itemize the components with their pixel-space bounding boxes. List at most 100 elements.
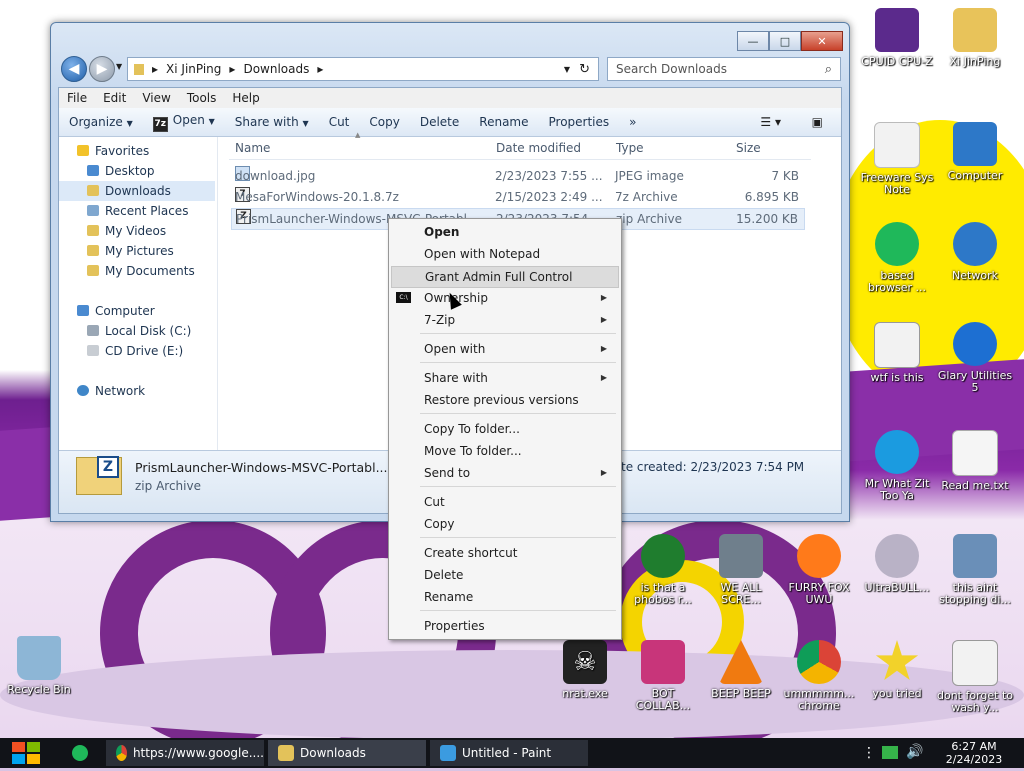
properties-button[interactable]: Properties <box>539 115 620 129</box>
cut-button[interactable]: Cut <box>319 115 360 129</box>
menu-item-open-with-notepad[interactable]: Open with Notepad <box>391 244 617 264</box>
search-input[interactable]: Search Downloads <box>616 62 727 76</box>
desktop-icon-bot-collab[interactable]: BOT COLLAB... <box>624 640 702 712</box>
desktop-icon-this-aint-stopping[interactable]: this aint stopping di... <box>936 534 1014 606</box>
desktop-icon-ultrabull[interactable]: UltraBULL... <box>858 534 936 594</box>
preview-pane-icon[interactable]: ▣ <box>812 115 823 129</box>
menu-item-share-with[interactable]: Share with ▶ <box>391 368 617 388</box>
desktop-icon-skype[interactable]: Mr What Zit Too Ya <box>858 430 936 502</box>
network-status-icon[interactable] <box>882 746 898 759</box>
menu-item-move-to-folder[interactable]: Move To folder... <box>391 441 617 461</box>
taskbar-chrome[interactable]: https://www.google.... <box>106 740 264 766</box>
breadcrumb-downloads[interactable]: Downloads <box>243 62 309 76</box>
more-commands-button[interactable]: » <box>619 115 646 129</box>
desktop-icon-phobos[interactable]: is that a phobos r... <box>624 534 702 606</box>
menu-item-open[interactable]: Open <box>391 222 617 242</box>
column-name[interactable]: Name <box>235 141 270 155</box>
desktop-icon-cpuz[interactable]: CPUID CPU-Z <box>858 8 936 68</box>
maximize-button[interactable]: □ <box>769 31 801 51</box>
start-button[interactable] <box>10 738 42 768</box>
menu-item-ownership[interactable]: C:\ Ownership ▶ <box>391 288 617 308</box>
desktop-icon-based-browser[interactable]: based browser ... <box>858 222 936 294</box>
breadcrumb-user[interactable]: Xi JinPing <box>166 62 221 76</box>
sidebar-item-my-pictures[interactable]: My Pictures <box>87 241 174 261</box>
column-size[interactable]: Size <box>736 141 761 155</box>
desktop-icon-we-all-scream[interactable]: WE ALL SCRE... <box>702 534 780 606</box>
sidebar-item-recent-places[interactable]: Recent Places <box>87 201 188 221</box>
organize-button[interactable]: Organize ▼ <box>59 115 143 129</box>
sidebar-item-my-videos[interactable]: My Videos <box>87 221 166 241</box>
sidebar-item-downloads[interactable]: Downloads <box>59 181 215 201</box>
sidebar-network[interactable]: Network <box>77 381 145 401</box>
menu-help[interactable]: Help <box>224 91 267 105</box>
copy-button[interactable]: Copy <box>359 115 409 129</box>
menu-item-label: Move To folder... <box>424 444 522 458</box>
close-button[interactable]: ✕ <box>801 31 843 51</box>
volume-icon[interactable]: 🔊 <box>906 744 923 760</box>
menu-item-copy[interactable]: Copy <box>391 514 617 534</box>
minimize-button[interactable]: — <box>737 31 769 51</box>
menu-item-copy-to-folder[interactable]: Copy To folder... <box>391 419 617 439</box>
desktop-icon-freeware-sys-note[interactable]: Freeware Sys Note <box>858 122 936 196</box>
rename-button[interactable]: Rename <box>469 115 538 129</box>
sidebar-item-my-documents[interactable]: My Documents <box>87 261 195 281</box>
desktop-icon-vlc[interactable]: BEEP BEEP <box>702 640 780 700</box>
menu-item-properties[interactable]: Properties <box>391 616 617 636</box>
back-button[interactable]: ◀ <box>61 56 87 82</box>
file-row[interactable]: 7 MesaForWindows-20.1.8.7z 2/15/2023 2:49… <box>231 187 805 207</box>
desktop-icon-user-folder[interactable]: Xi JinPing <box>936 8 1014 68</box>
menu-tools[interactable]: Tools <box>179 91 225 105</box>
menu-edit[interactable]: Edit <box>95 91 134 105</box>
sidebar-favorites[interactable]: Favorites <box>77 141 149 161</box>
sidebar-item-desktop[interactable]: Desktop <box>87 161 155 181</box>
desktop-icon-read-me[interactable]: Read me.txt <box>936 430 1014 492</box>
desktop-icon-dont-forget[interactable]: dont forget to wash y... <box>936 640 1014 714</box>
breadcrumb-separator-icon[interactable]: ▸ <box>317 62 323 76</box>
refresh-icon[interactable]: ↻ <box>579 62 590 77</box>
open-button[interactable]: 7z Open ▼ <box>143 113 225 132</box>
menu-item-delete[interactable]: Delete <box>391 565 617 585</box>
column-type[interactable]: Type <box>616 141 644 155</box>
menu-view[interactable]: View <box>134 91 178 105</box>
delete-button[interactable]: Delete <box>410 115 469 129</box>
desktop-icon-computer[interactable]: Computer <box>936 122 1014 182</box>
desktop-icon-network[interactable]: Network <box>936 222 1014 282</box>
desktop-icon-firefox[interactable]: FURRY FOX UWU <box>780 534 858 606</box>
file-row[interactable]: download.jpg 2/23/2023 7:55 ... JPEG ima… <box>231 166 805 186</box>
desktop-icon-nrat[interactable]: ☠ nrat.exe <box>546 640 624 700</box>
chat-app-taskbar-icon[interactable] <box>72 745 88 761</box>
menu-item-7zip[interactable]: 7-Zip ▶ <box>391 310 617 330</box>
menu-item-cut[interactable]: Cut <box>391 492 617 512</box>
breadcrumb-separator-icon[interactable]: ▸ <box>229 62 235 76</box>
menu-item-create-shortcut[interactable]: Create shortcut <box>391 543 617 563</box>
address-bar[interactable]: ▸ Xi JinPing ▸ Downloads ▸ ▼ ↻ <box>127 57 599 81</box>
recent-pages-chevron-icon[interactable]: ▼ <box>116 62 122 71</box>
desktop-icon-you-tried[interactable]: you tried <box>858 640 936 700</box>
sidebar-computer[interactable]: Computer <box>77 301 155 321</box>
search-icon[interactable]: ⌕ <box>825 62 832 77</box>
sidebar-item-cd-drive[interactable]: CD Drive (E:) <box>87 341 183 361</box>
menu-item-send-to[interactable]: Send to ▶ <box>391 463 617 483</box>
desktop-icon-wtf-is-this[interactable]: wtf is this <box>858 322 936 384</box>
desktop-icon-chrome[interactable]: ummmmm... chrome <box>780 640 858 712</box>
breadcrumb-separator-icon[interactable]: ▸ <box>152 62 158 76</box>
menu-item-open-with[interactable]: Open with ▶ <box>391 339 617 359</box>
menu-item-grant-admin-full-control[interactable]: Grant Admin Full Control <box>391 266 619 288</box>
desktop-icon-label: Read me.txt <box>941 479 1009 492</box>
sidebar-item-local-disk[interactable]: Local Disk (C:) <box>87 321 191 341</box>
view-options-icon[interactable]: ☰ ▾ <box>760 115 781 129</box>
clock[interactable]: 6:27 AM 2/24/2023 <box>932 740 1016 766</box>
forward-button[interactable]: ▶ <box>89 56 115 82</box>
taskbar-downloads[interactable]: Downloads <box>268 740 426 766</box>
menu-file[interactable]: File <box>59 91 95 105</box>
address-dropdown-icon[interactable]: ▼ <box>564 65 570 74</box>
column-date-modified[interactable]: Date modified <box>496 141 581 155</box>
menu-item-rename[interactable]: Rename <box>391 587 617 607</box>
desktop-icon-recycle-bin[interactable]: Recycle Bin <box>0 636 78 696</box>
desktop-icon-glary-utilities[interactable]: Glary Utilities 5 <box>936 322 1014 394</box>
search-box[interactable]: Search Downloads ⌕ <box>607 57 841 81</box>
share-with-button[interactable]: Share with ▼ <box>225 115 319 129</box>
more-tray-icon[interactable]: ⋮ <box>862 745 876 761</box>
menu-item-restore-previous-versions[interactable]: Restore previous versions <box>391 390 617 410</box>
taskbar-paint[interactable]: Untitled - Paint <box>430 740 588 766</box>
